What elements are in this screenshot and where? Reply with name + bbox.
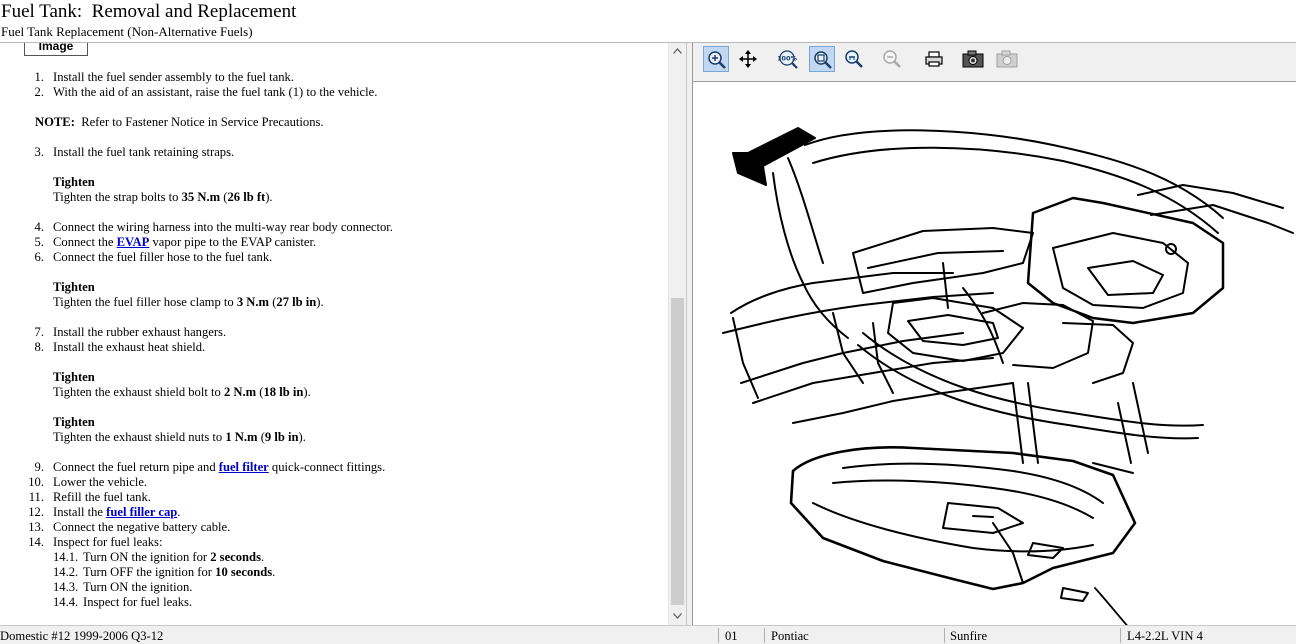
fuel-tank-diagram[interactable]: 1	[693, 83, 1296, 644]
step-12: 12. Install the fuel filler cap.	[28, 505, 181, 519]
status-bar: Domestic #12 1999-2006 Q3-12 01 Pontiac …	[0, 625, 1296, 644]
pan-button[interactable]	[735, 46, 761, 72]
status-source: Domestic #12 1999-2006 Q3-12	[0, 629, 164, 643]
tighten-2-label: Tighten	[53, 280, 95, 294]
pan-icon	[739, 50, 757, 68]
tighten-2-spec: Tighten the fuel filler hose clamp to 3 …	[53, 295, 324, 309]
step-13: 13. Connect the negative battery cable.	[28, 520, 231, 534]
scroll-thumb[interactable]	[671, 298, 684, 605]
camera-icon	[962, 50, 984, 68]
camera-disabled-button[interactable]	[993, 46, 1019, 72]
note-text: Refer to Fastener Notice in Service Prec…	[81, 115, 324, 129]
substep-14-4: 14.4. Inspect for fuel leaks.	[53, 595, 193, 609]
page-subtitle: Fuel Tank Replacement (Non-Alternative F…	[1, 24, 253, 39]
zoom-out-disabled-icon	[883, 50, 901, 68]
fuel-filter-link[interactable]: fuel filter	[219, 460, 269, 474]
step-4: 4. Connect the wiring harness into the mu…	[34, 220, 393, 234]
step-3: 3. Install the fuel tank retaining straps…	[34, 145, 235, 159]
zoom-fit-icon	[814, 51, 832, 69]
chevron-down-icon	[673, 613, 682, 619]
image-viewer-pane: 100%	[693, 43, 1296, 644]
zoom-fit-button[interactable]	[809, 46, 835, 72]
step-5: 5. Connect the EVAP vapor pipe to the EVA…	[34, 235, 317, 249]
page-title: Fuel Tank: Removal and Replacement	[1, 1, 297, 22]
tighten-3-spec: Tighten the exhaust shield bolt to 2 N.m…	[53, 385, 311, 399]
scroll-down-button[interactable]	[669, 608, 686, 625]
status-engine: L4-2.2L VIN 4	[1127, 629, 1203, 643]
pane-splitter[interactable]	[686, 43, 693, 625]
camera-disabled-icon	[996, 50, 1018, 68]
image-tab[interactable]: Image	[24, 43, 88, 56]
zoom-out-disabled-button[interactable]	[879, 46, 905, 72]
zoom-out-icon	[845, 50, 863, 68]
zoom-in-button[interactable]	[703, 46, 729, 72]
status-code: 01	[725, 629, 738, 643]
zoom-in-icon	[708, 51, 726, 69]
substep-14-1: 14.1. Turn ON the ignition for 2 seconds.	[53, 550, 265, 564]
procedure-content: 1. Install the fuel sender assembly to th…	[0, 70, 668, 610]
step-1: 1. Install the fuel sender assembly to th…	[34, 70, 294, 84]
substep-14-2: 14.2. Turn OFF the ignition for 10 second…	[53, 565, 276, 579]
step-8: 8. Install the exhaust heat shield.	[34, 340, 206, 354]
tighten-3-label: Tighten	[53, 370, 95, 384]
camera-button[interactable]	[959, 46, 985, 72]
evap-link[interactable]: EVAP	[117, 235, 150, 249]
tighten-1-spec: Tighten the strap bolts to 35 N.m (26 lb…	[53, 190, 273, 204]
zoom-out-button[interactable]	[841, 46, 867, 72]
callout-leader	[1094, 587, 1144, 644]
zoom-100-button[interactable]: 100%	[775, 46, 801, 72]
zoom-100-icon: 100%	[778, 50, 798, 69]
step-11: 11. Refill the fuel tank.	[28, 490, 151, 504]
step-6: 6. Connect the fuel filler hose to the fu…	[34, 250, 273, 264]
svg-text:100%: 100%	[778, 55, 798, 63]
step-14: 14. Inspect for fuel leaks:	[28, 535, 163, 549]
note-label: NOTE:	[35, 115, 75, 129]
tighten-1-label: Tighten	[53, 175, 95, 189]
status-make: Pontiac	[771, 629, 809, 643]
scroll-up-button[interactable]	[669, 43, 686, 60]
substep-14-3: 14.3. Turn ON the ignition.	[53, 580, 193, 594]
note: NOTE: Refer to Fastener Notice in Servic…	[0, 115, 668, 130]
step-2: 2. With the aid of an assistant, raise th…	[34, 85, 378, 99]
image-toolbar: 100%	[693, 43, 1296, 82]
procedure-pane: Image 1. Install the fuel sender assembly…	[0, 43, 686, 625]
vertical-scrollbar[interactable]	[668, 43, 686, 625]
print-icon	[925, 51, 943, 67]
step-10: 10. Lower the vehicle.	[28, 475, 148, 489]
step-9: 9. Connect the fuel return pipe and fuel …	[34, 460, 386, 474]
tighten-4-spec: Tighten the exhaust shield nuts to 1 N.m…	[53, 430, 306, 444]
document-header: Fuel Tank: Removal and Replacement Fuel …	[0, 0, 1296, 43]
fuel-filler-cap-link[interactable]: fuel filler cap	[106, 505, 177, 519]
tighten-4-label: Tighten	[53, 415, 95, 429]
print-button[interactable]	[921, 46, 947, 72]
step-7: 7. Install the rubber exhaust hangers.	[34, 325, 227, 339]
chevron-up-icon	[673, 48, 682, 54]
fuel-tank-illustration: 1	[722, 127, 1294, 644]
status-model: Sunfire	[950, 629, 988, 643]
